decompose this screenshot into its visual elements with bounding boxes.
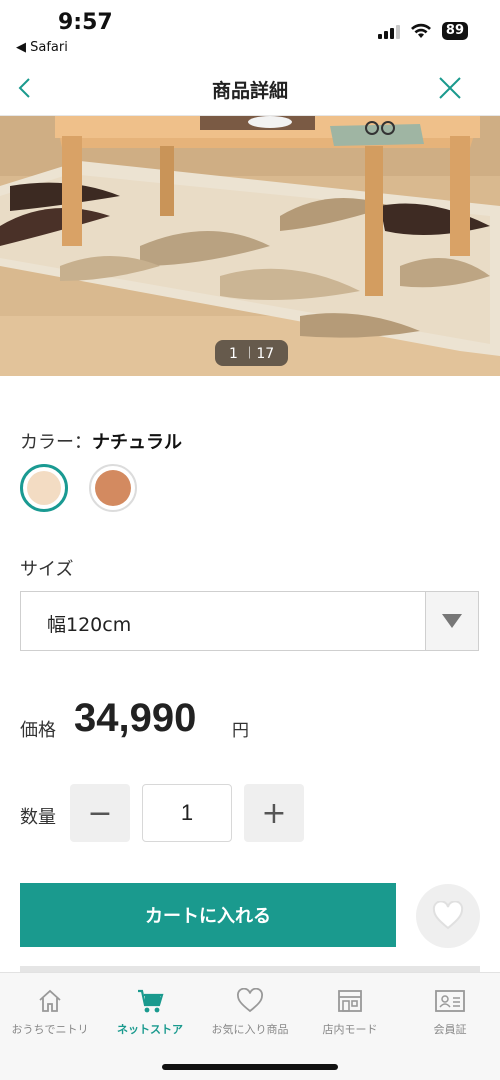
price-unit: 円 <box>232 721 249 741</box>
tab-store-mode-label: 店内モード <box>322 1023 378 1036</box>
price-label: 価格 <box>20 720 56 741</box>
quantity-input[interactable]: 1 <box>142 784 232 842</box>
product-image-gallery[interactable]: 1 ︱17 <box>0 116 500 376</box>
tab-home-label: おうちでニトリ <box>11 1023 89 1036</box>
quantity-plus-button[interactable]: + <box>244 784 304 842</box>
triangle-down-icon <box>442 614 462 628</box>
color-swatch-natural[interactable] <box>20 464 68 512</box>
back-to-safari-link[interactable]: ◀ Safari <box>16 40 68 55</box>
battery-indicator: 89 <box>441 22 468 40</box>
color-swatch-brown[interactable] <box>89 464 137 512</box>
status-indicators: 89 <box>377 22 468 40</box>
favorite-button[interactable] <box>416 884 480 948</box>
heart-outline-icon <box>237 988 263 1013</box>
store-icon <box>338 990 362 1012</box>
home-indicator <box>162 1064 338 1070</box>
quantity-label: 数量 <box>20 807 56 828</box>
add-to-cart-button[interactable]: カートに入れる <box>20 883 396 947</box>
product-photo <box>0 116 500 376</box>
status-bar: 9:57 ◀ Safari 89 <box>0 0 500 62</box>
member-card-icon <box>435 990 465 1012</box>
tab-store-mode[interactable]: 店内モード <box>300 987 400 1037</box>
cart-icon <box>138 989 164 1013</box>
tab-home[interactable]: おうちでニトリ <box>0 987 100 1037</box>
color-label-prefix: カラー： <box>20 432 92 453</box>
nav-bar: 商品詳細 <box>0 62 500 116</box>
bottom-tab-bar: おうちでニトリ ネットストア お気に入り商品 店内モード 会員証 <box>0 972 500 1080</box>
tab-favorites-label: お気に入り商品 <box>211 1023 289 1036</box>
selected-color-name: ナチュラル <box>92 432 182 453</box>
tab-net-store[interactable]: ネットストア <box>100 987 200 1037</box>
size-select[interactable]: 幅120cm <box>20 591 479 651</box>
size-selected-value: 幅120cm <box>47 614 132 636</box>
tab-favorites[interactable]: お気に入り商品 <box>200 987 300 1037</box>
cellular-signal-icon <box>377 23 400 39</box>
tab-net-store-label: ネットストア <box>117 1023 183 1036</box>
price-value: 34,990 <box>74 696 197 740</box>
color-label: カラー：ナチュラル <box>20 428 182 454</box>
status-time: 9:57 <box>58 10 113 35</box>
wifi-icon <box>410 23 431 38</box>
image-counter: 1 ︱17 <box>215 340 289 366</box>
house-icon <box>39 989 61 1012</box>
tab-member-card[interactable]: 会員証 <box>400 987 500 1037</box>
quantity-minus-button[interactable]: − <box>70 784 130 842</box>
tab-member-card-label: 会員証 <box>433 1023 467 1036</box>
close-icon[interactable] <box>436 74 464 102</box>
dropdown-arrow-button[interactable] <box>425 592 478 650</box>
size-label: サイズ <box>20 559 74 580</box>
heart-icon <box>432 901 464 930</box>
page-title: 商品詳細 <box>211 80 288 102</box>
